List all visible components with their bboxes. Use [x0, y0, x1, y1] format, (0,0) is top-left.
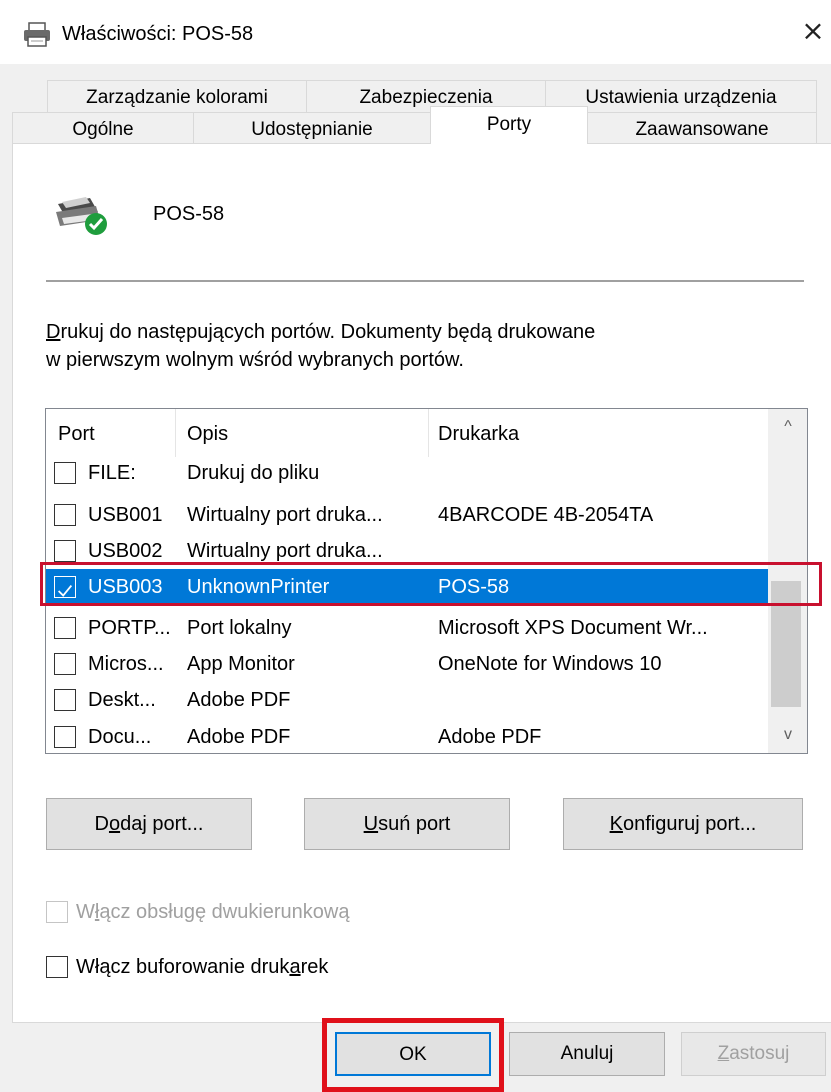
ok-button-highlight: [322, 1018, 504, 1092]
description-accesskey: D: [46, 321, 61, 343]
list-header: Port Opis Drukarka: [46, 409, 768, 459]
port-name: Docu...: [88, 726, 152, 748]
column-divider[interactable]: [428, 409, 429, 457]
port-row[interactable]: USB001 Wirtualny port druka... 4BARCODE …: [46, 497, 768, 533]
button-accesskey: K: [609, 813, 623, 835]
port-description: Wirtualny port druka...: [187, 504, 383, 526]
label-accesskey: a: [289, 956, 301, 978]
port-description: Adobe PDF: [187, 726, 291, 748]
port-name: Micros...: [88, 653, 164, 675]
label-text: Włącz buforowanie druk: [76, 956, 290, 978]
chevron-down-icon[interactable]: v: [768, 717, 807, 753]
button-text: D: [94, 813, 109, 835]
window-title: Właściwości: POS-58: [62, 23, 254, 45]
button-text: onfiguruj port...: [622, 813, 757, 835]
pooling-label: Włącz buforowanie drukarek: [76, 953, 328, 981]
port-description: Drukuj do pliku: [187, 462, 320, 484]
port-row[interactable]: PORTP... Port lokalny Microsoft XPS Docu…: [46, 610, 768, 646]
printer-icon: [24, 22, 50, 47]
port-checkbox[interactable]: [54, 504, 76, 526]
column-header-printer[interactable]: Drukarka: [438, 409, 519, 459]
port-checkbox[interactable]: [54, 653, 76, 675]
column-header-port[interactable]: Port: [58, 409, 95, 459]
chevron-up-icon[interactable]: ^: [768, 409, 807, 445]
tab-advanced[interactable]: Zaawansowane: [587, 112, 817, 146]
column-header-description[interactable]: Opis: [187, 409, 228, 459]
configure-port-button[interactable]: Konfiguruj port...: [563, 798, 803, 850]
button-text: suń port: [378, 813, 451, 835]
separator: [46, 280, 804, 282]
port-checkbox[interactable]: [54, 462, 76, 484]
bidirectional-support-option[interactable]: Włącz obsługę dwukierunkową: [46, 898, 466, 926]
port-checkbox[interactable]: [54, 540, 76, 562]
button-accesskey: U: [363, 813, 379, 835]
button-text: daj port...: [120, 813, 204, 835]
button-text: astosuj: [729, 1043, 790, 1064]
tab-sharing[interactable]: Udostępnianie: [193, 112, 431, 146]
label-text: rek: [300, 956, 329, 978]
port-checkbox[interactable]: [54, 617, 76, 639]
pooling-checkbox[interactable]: [46, 956, 68, 978]
description-line1: rukuj do następujących portów. Dokumenty…: [60, 321, 596, 343]
button-accesskey: o: [108, 813, 121, 835]
port-row[interactable]: Micros... App Monitor OneNote for Window…: [46, 646, 768, 682]
port-checkbox[interactable]: [54, 726, 76, 748]
port-printer: Microsoft XPS Document Wr...: [438, 617, 708, 639]
description-line2: w pierwszym wolnym wśród wybranych portó…: [46, 349, 464, 371]
ports-description: Drukuj do następujących portów. Dokument…: [46, 318, 806, 374]
port-row[interactable]: FILE: Drukuj do pliku: [46, 455, 768, 491]
printer-pooling-option[interactable]: Włącz buforowanie drukarek: [46, 953, 406, 981]
port-name: PORTP...: [88, 617, 171, 639]
port-checkbox[interactable]: [54, 689, 76, 711]
bidirectional-label: Włącz obsługę dwukierunkową: [76, 898, 350, 926]
port-description: App Monitor: [187, 653, 295, 675]
tab-color-management[interactable]: Zarządzanie kolorami: [47, 80, 307, 114]
port-name: FILE:: [88, 462, 136, 484]
title-bar: Właściwości: POS-58 ×: [0, 0, 831, 64]
selected-row-highlight: [40, 562, 822, 606]
port-printer: 4BARCODE 4B-2054TA: [438, 504, 654, 526]
cancel-button[interactable]: Anuluj: [509, 1032, 665, 1076]
tab-general[interactable]: Ogólne: [12, 112, 194, 146]
printer-ok-icon: [56, 197, 107, 235]
port-row[interactable]: Docu... Adobe PDF Adobe PDF: [46, 719, 768, 753]
label-text: ącz obsługę dwukierunkową: [99, 901, 350, 923]
tab-ports[interactable]: Porty: [430, 106, 588, 144]
delete-port-button[interactable]: Usuń port: [304, 798, 510, 850]
port-name: Deskt...: [88, 689, 156, 711]
button-accesskey: Z: [717, 1043, 730, 1064]
add-port-button[interactable]: Dodaj port...: [46, 798, 252, 850]
port-printer: OneNote for Windows 10: [438, 653, 662, 675]
port-row[interactable]: Deskt... Adobe PDF: [46, 682, 768, 718]
port-description: Adobe PDF: [187, 689, 291, 711]
bidirectional-checkbox[interactable]: [46, 901, 68, 923]
port-printer: Adobe PDF: [438, 726, 542, 748]
port-name: USB001: [88, 504, 163, 526]
apply-button[interactable]: Zastosuj: [681, 1032, 826, 1076]
column-divider[interactable]: [175, 409, 176, 457]
printer-name: POS-58: [153, 203, 225, 225]
close-icon[interactable]: ×: [800, 17, 826, 45]
port-description: Port lokalny: [187, 617, 292, 639]
label-text: W: [76, 901, 95, 923]
